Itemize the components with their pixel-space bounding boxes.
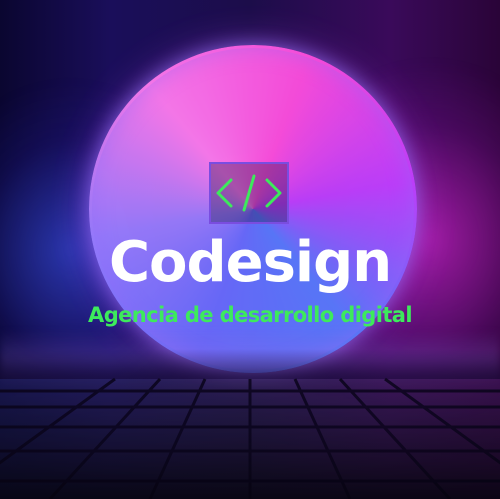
- banner-canvas: Codesign Agencia de desarrollo digital: [0, 0, 500, 499]
- floor-tiles-graphic: [0, 377, 500, 499]
- brand-title: Codesign: [108, 230, 392, 295]
- code-brackets-icon: [216, 174, 282, 212]
- code-logo-frame: [209, 162, 289, 224]
- brand-tagline: Agencia de desarrollo digital: [88, 303, 412, 327]
- tiled-floor: [0, 349, 500, 499]
